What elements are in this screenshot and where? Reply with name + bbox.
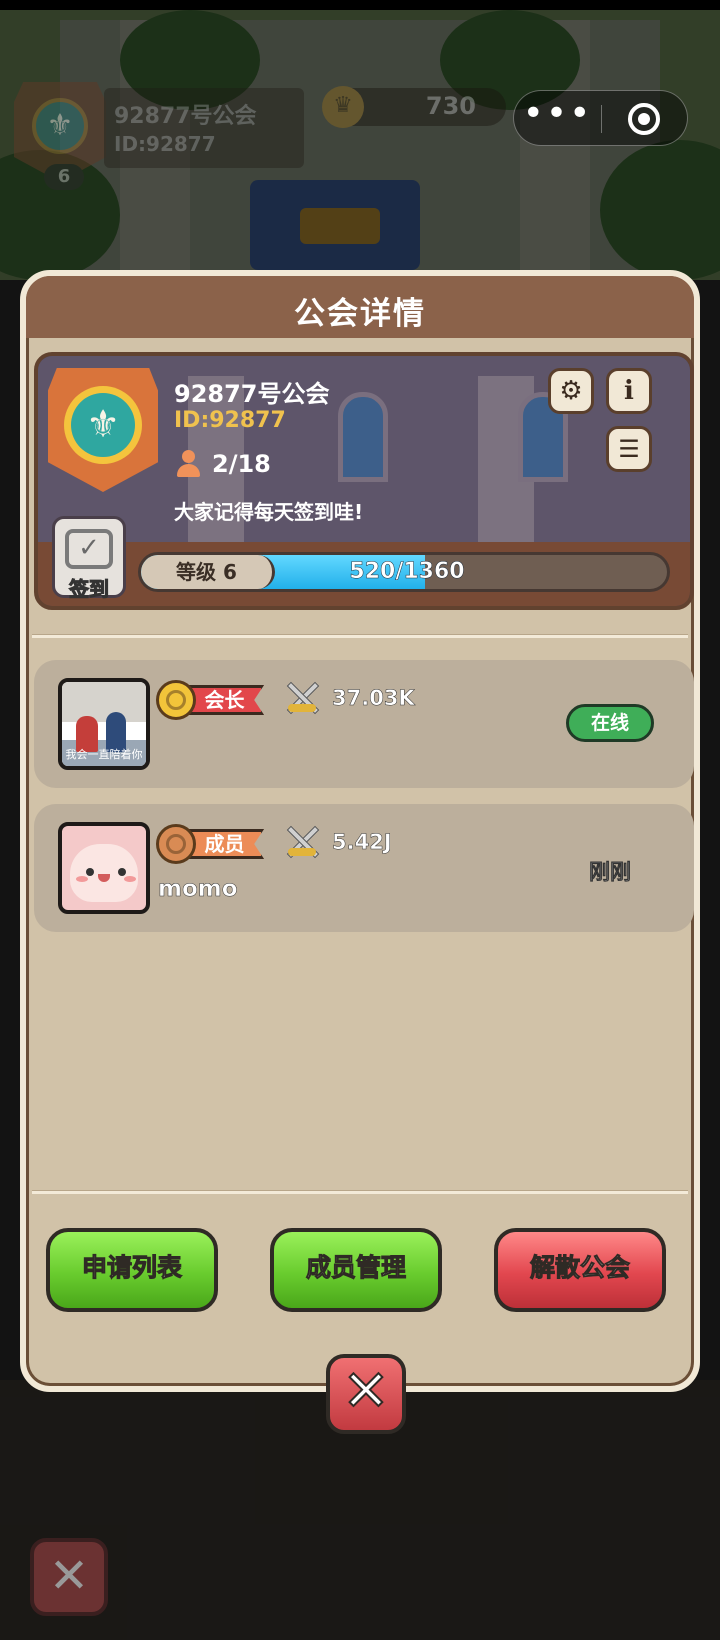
member-name: momo	[158, 876, 238, 903]
divider	[32, 634, 688, 638]
crossed-swords-icon	[284, 824, 320, 860]
hud-coin-counter: ♛ 730	[322, 86, 506, 128]
avatar: 我会一直陪着你	[58, 678, 150, 770]
coin-value: 730	[425, 92, 476, 120]
hud-guild-id: ID:92877	[114, 132, 216, 156]
member-power: 37.03K	[332, 686, 415, 711]
checkin-label: 签到	[69, 577, 110, 602]
target-icon[interactable]	[628, 103, 660, 135]
guild-member-count: 2/18	[212, 450, 271, 478]
avatar	[58, 822, 150, 914]
hud-guild-level: 6	[44, 164, 84, 190]
guild-level-label: 等级 6	[141, 555, 275, 589]
member-power: 5.42J	[332, 830, 392, 855]
info-icon[interactable]: i	[606, 368, 652, 414]
gold-medal-icon	[156, 680, 196, 720]
settings-gear-icon[interactable]: ⚙	[548, 368, 594, 414]
rank-badge-leader: 会长	[156, 680, 268, 720]
guild-info-card: ⚜ 92877号公会 ID:92877 2/18 大家记得每天签到哇! ⚙ i …	[34, 352, 694, 610]
guild-details-dialog: 公会详情 ⚜ 92877号公会 ID:92877 2/18 大家记得每天签到哇!…	[20, 270, 700, 1434]
guild-name: 92877号公会	[174, 380, 330, 408]
online-status-badge: 在线	[566, 704, 654, 742]
more-dots-icon[interactable]: •••	[514, 91, 601, 147]
card-backdrop-window	[338, 392, 388, 482]
guild-exp-text: 520/1360	[349, 559, 465, 585]
fleur-de-lis-emblem-icon: ⚜	[71, 393, 135, 457]
avatar-caption: 我会一直陪着你	[65, 748, 143, 761]
guild-exp-bar: 等级 6 520/1360	[138, 552, 670, 592]
dialog-title: 公会详情	[294, 296, 426, 332]
guild-notice: 大家记得每天签到哇!	[174, 500, 364, 524]
divider	[32, 1190, 688, 1194]
member-person-icon	[174, 450, 202, 478]
crossed-swords-icon	[284, 680, 320, 716]
dialog-header: 公会详情	[26, 276, 694, 338]
coin-crown-icon: ♛	[322, 86, 364, 128]
member-manage-button[interactable]: 成员管理	[270, 1228, 442, 1312]
member-row[interactable]: 我会一直陪着你 会长 37.03K 在线	[34, 660, 694, 788]
apply-list-button[interactable]: 申请列表	[46, 1228, 218, 1312]
fleur-de-lis-emblem-icon: ⚜	[32, 98, 88, 154]
guild-id: ID:92877	[174, 408, 286, 433]
disband-guild-button[interactable]: 解散公会	[494, 1228, 666, 1312]
hud-guild-info[interactable]: ⚜ 6 92877号公会 ID:92877	[14, 82, 304, 190]
member-row[interactable]: 成员 5.42J momo 刚刚	[34, 804, 694, 932]
list-icon[interactable]: ☰	[606, 426, 652, 472]
checkin-button[interactable]: ✓ 签到	[52, 516, 126, 602]
checkin-calendar-icon: ✓	[65, 529, 113, 569]
miniprogram-capsule: •••	[513, 90, 688, 146]
hud-guild-name: 92877号公会	[114, 104, 257, 129]
rank-badge-member: 成员	[156, 824, 268, 864]
capsule-divider	[601, 105, 602, 133]
last-seen-status: 刚刚	[589, 860, 632, 885]
bronze-medal-icon	[156, 824, 196, 864]
close-icon[interactable]: ✕	[326, 1354, 406, 1434]
lower-close-button[interactable]: ✕	[30, 1538, 108, 1616]
status-bar	[0, 0, 720, 10]
